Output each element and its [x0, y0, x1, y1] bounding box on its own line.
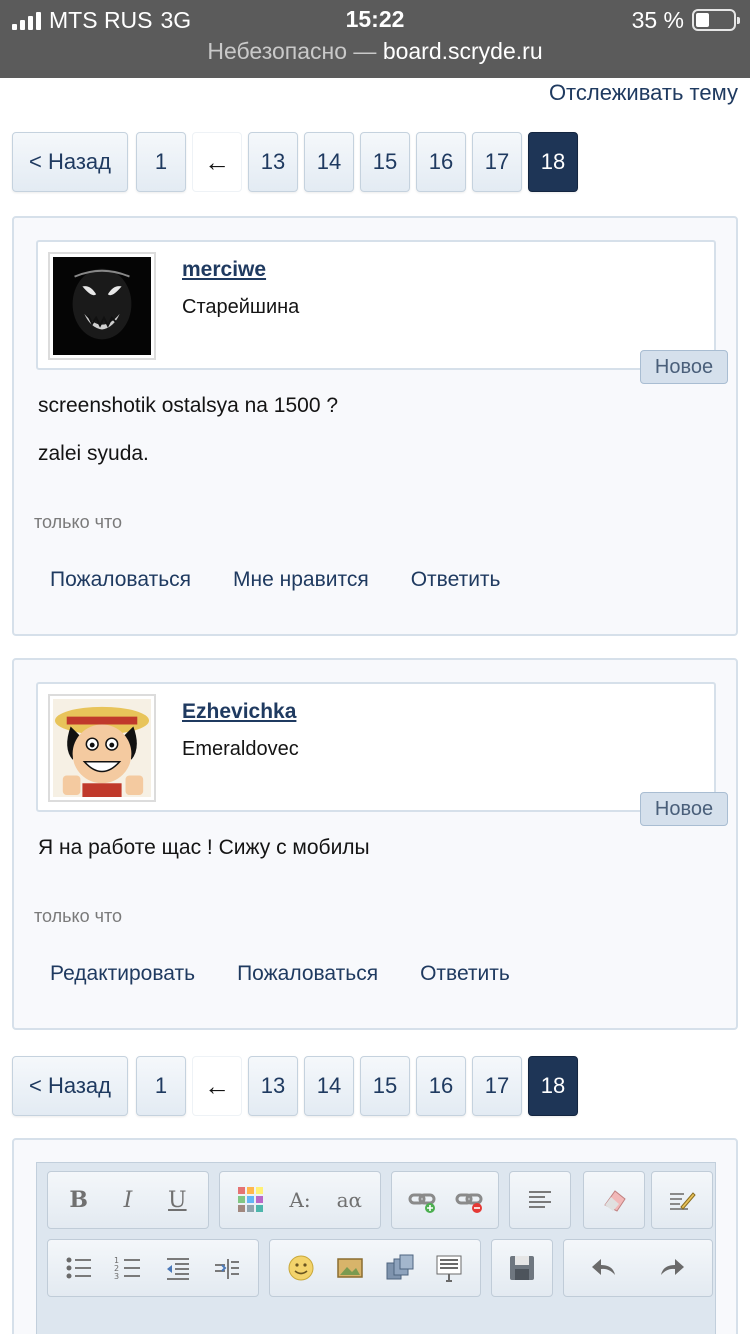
page-link-first[interactable]: 1 [136, 1056, 186, 1116]
format-group: B I U [47, 1171, 209, 1229]
outdent-icon[interactable] [158, 1248, 198, 1288]
font-group: A: aα [219, 1171, 381, 1229]
insecure-label: Небезопасно — [207, 38, 377, 64]
eraser-group [583, 1171, 645, 1229]
luffy-avatar-image [53, 699, 151, 797]
quote-icon[interactable] [429, 1248, 469, 1288]
link-icon[interactable] [402, 1180, 442, 1220]
numbered-list-icon[interactable]: 123 [108, 1248, 148, 1288]
source-group [651, 1171, 713, 1229]
avatar[interactable] [48, 252, 156, 360]
post-actions: Редактировать Пожаловаться Ответить [50, 962, 552, 986]
page-link[interactable]: 17 [472, 1056, 522, 1116]
post-author-box: Ezhevichka Emeraldovec Новое [36, 682, 728, 826]
reply-link[interactable]: Ответить [420, 962, 510, 986]
page-link[interactable]: 16 [416, 132, 466, 192]
svg-text:3: 3 [114, 1272, 119, 1281]
battery-info: 35 % [631, 6, 740, 34]
page-gap-arrow[interactable]: ← [192, 1056, 242, 1116]
back-button[interactable]: < Назад [12, 132, 128, 192]
battery-icon [692, 9, 740, 31]
link-group [391, 1171, 499, 1229]
new-badge: Новое [640, 792, 728, 826]
font-family-button[interactable]: aα [329, 1180, 369, 1220]
pencil-icon[interactable] [662, 1180, 702, 1220]
page-link[interactable]: 14 [304, 132, 354, 192]
image-icon[interactable] [330, 1248, 370, 1288]
post-author-box: merciwe Старейшина Новое [36, 240, 728, 384]
pagination-top: < Назад 1 ← 13 14 15 16 17 18 [12, 132, 584, 192]
italic-button[interactable]: I [108, 1180, 148, 1220]
align-icon[interactable] [520, 1180, 560, 1220]
history-group [563, 1239, 713, 1297]
post-actions: Пожаловаться Мне нравится Ответить [50, 568, 542, 592]
address-bar[interactable]: Небезопасно — board.scryde.ru [0, 38, 750, 65]
color-icon[interactable] [231, 1180, 271, 1220]
post-time: только что [34, 906, 123, 926]
list-group: 123 [47, 1239, 259, 1297]
page-link[interactable]: 15 [360, 132, 410, 192]
page-link[interactable]: 13 [248, 132, 298, 192]
user-title: Emeraldovec [182, 738, 299, 760]
page-link[interactable]: 17 [472, 132, 522, 192]
user-title: Старейшина [182, 296, 300, 318]
page-link[interactable]: 15 [360, 1056, 410, 1116]
underline-button[interactable]: U [157, 1180, 197, 1220]
back-button[interactable]: < Назад [12, 1056, 128, 1116]
indent-icon[interactable] [207, 1248, 247, 1288]
post: merciwe Старейшина Новое screenshotik os… [12, 216, 738, 636]
status-bar: MTS RUS 3G 15:22 35 % Небезопасно — boar… [0, 0, 750, 78]
venom-avatar-image [53, 257, 151, 355]
username-link[interactable]: merciwe [182, 258, 266, 282]
page-current: 18 [528, 1056, 578, 1116]
page-link[interactable]: 14 [304, 1056, 354, 1116]
insert-group [269, 1239, 481, 1297]
page-link[interactable]: 16 [416, 1056, 466, 1116]
follow-topic-link[interactable]: Отслеживать тему [549, 80, 738, 106]
username-link[interactable]: Ezhevichka [182, 700, 296, 724]
save-icon[interactable] [502, 1248, 542, 1288]
domain-label: board.scryde.ru [382, 38, 543, 64]
bold-button[interactable]: B [59, 1180, 99, 1220]
reply-editor: B I U A: aα 1 2 3 [12, 1138, 738, 1334]
redo-icon[interactable] [652, 1248, 692, 1288]
save-group [491, 1239, 553, 1297]
smiley-icon[interactable] [281, 1248, 321, 1288]
post-message-line: Я на работе щас ! Сижу с мобилы [38, 836, 370, 859]
edit-link[interactable]: Редактировать [50, 962, 195, 986]
media-icon[interactable] [380, 1248, 420, 1288]
post-message-line: zalei syuda. [38, 442, 149, 465]
pagination-bottom: < Назад 1 ← 13 14 15 16 17 18 [12, 1056, 584, 1116]
bullet-list-icon[interactable] [59, 1248, 99, 1288]
new-badge: Новое [640, 350, 728, 384]
page-gap-arrow[interactable]: ← [192, 132, 242, 192]
like-link[interactable]: Мне нравится [233, 568, 369, 592]
align-group [509, 1171, 571, 1229]
reply-link[interactable]: Ответить [411, 568, 501, 592]
report-link[interactable]: Пожаловаться [237, 962, 378, 986]
font-size-button[interactable]: A: [280, 1180, 320, 1220]
avatar[interactable] [48, 694, 156, 802]
page-link[interactable]: 13 [248, 1056, 298, 1116]
editor-toolbar: B I U A: aα 1 2 3 [36, 1162, 716, 1334]
post-message-line: screenshotik ostalsya na 1500 ? [38, 394, 339, 417]
page-link-first[interactable]: 1 [136, 132, 186, 192]
battery-percent: 35 % [631, 6, 684, 33]
eraser-icon[interactable] [594, 1180, 634, 1220]
report-link[interactable]: Пожаловаться [50, 568, 191, 592]
post: Ezhevichka Emeraldovec Новое Я на работе… [12, 658, 738, 1030]
page-current: 18 [528, 132, 578, 192]
unlink-icon[interactable] [449, 1180, 489, 1220]
post-time: только что [34, 512, 123, 532]
undo-icon[interactable] [584, 1248, 624, 1288]
